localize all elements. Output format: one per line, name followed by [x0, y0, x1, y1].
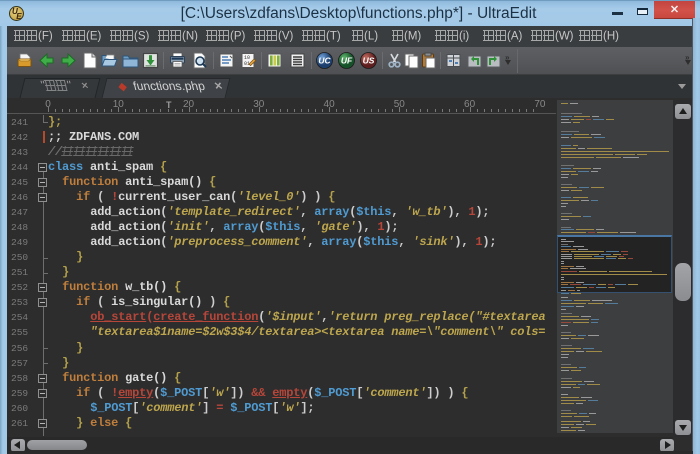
svg-text:UC: UC	[318, 56, 331, 66]
svg-text:US: US	[363, 56, 375, 66]
svg-text:UF: UF	[341, 56, 353, 66]
